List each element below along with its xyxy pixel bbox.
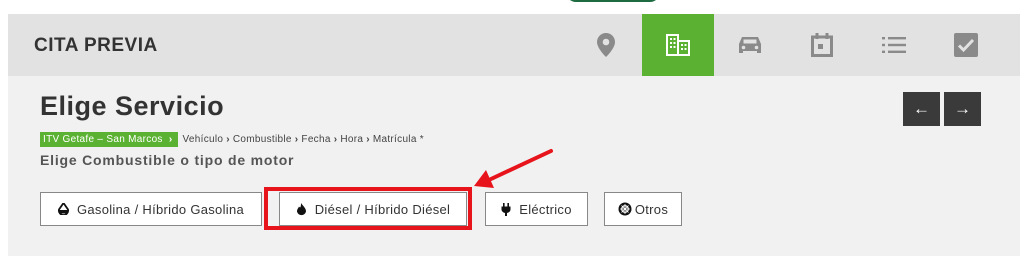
annotation-arrow: [474, 149, 553, 188]
